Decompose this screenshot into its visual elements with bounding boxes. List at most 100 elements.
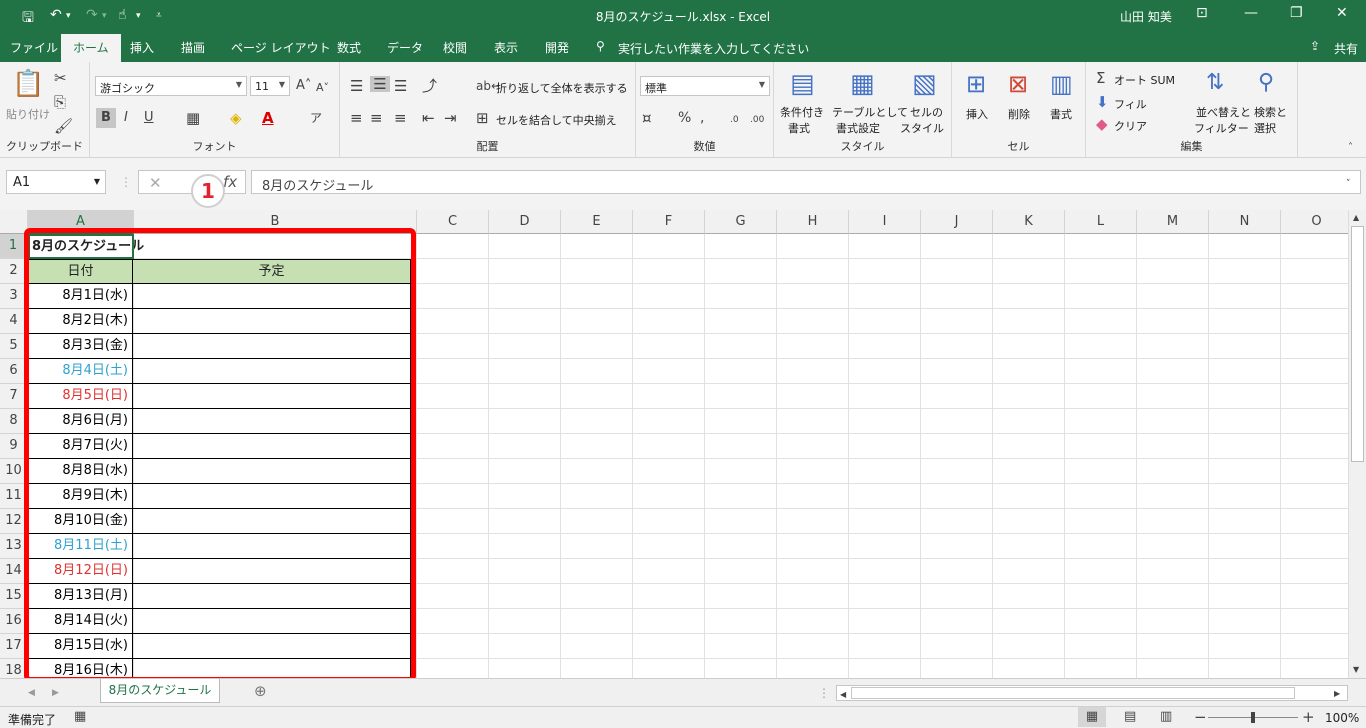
tab-view[interactable]: 表示 [494, 39, 518, 56]
horizontal-scrollbar[interactable]: ◀ [836, 685, 1348, 701]
column-header[interactable]: N [1209, 210, 1281, 234]
normal-view-icon[interactable]: ▦ [1078, 707, 1106, 727]
scroll-up-icon[interactable]: ▲ [1353, 210, 1359, 226]
orientation-icon[interactable]: ⤴ [422, 78, 437, 94]
scroll-left-icon[interactable]: ◀ [840, 687, 846, 703]
sort-filter-label[interactable]: 並べ替えと [1196, 104, 1251, 120]
increase-indent-icon[interactable]: ⇥ [444, 110, 457, 126]
cell-styles-icon[interactable]: ▧ [912, 70, 937, 98]
column-header[interactable]: L [1065, 210, 1137, 234]
tab-developer[interactable]: 開発 [545, 39, 569, 56]
align-middle-icon[interactable]: ☰ [370, 76, 390, 92]
add-sheet-icon[interactable]: ⊕ [254, 683, 267, 699]
prev-sheet-icon[interactable]: ◀ [28, 685, 35, 701]
column-header[interactable]: H [777, 210, 849, 234]
tab-home[interactable]: ホーム [61, 34, 121, 62]
increase-font-icon[interactable]: A˄ [296, 78, 311, 94]
borders-icon[interactable]: ▦ [186, 110, 200, 126]
find-select-label[interactable]: 検索と [1254, 104, 1287, 120]
decrease-font-icon[interactable]: A˅ [316, 80, 329, 96]
merge-center-button[interactable]: セルを結合して中央揃え [496, 112, 617, 128]
copy-icon[interactable]: ⎘ [54, 94, 66, 110]
column-header[interactable]: F [633, 210, 705, 234]
find-select-icon[interactable]: ⚲ [1258, 70, 1274, 96]
delete-cells-icon[interactable]: ⊠ [1008, 70, 1028, 98]
decrease-decimal-icon[interactable]: .00 [750, 112, 764, 128]
page-break-view-icon[interactable]: ▥ [1160, 709, 1172, 725]
close-icon[interactable]: ✕ [1336, 5, 1348, 21]
column-header[interactable]: I [849, 210, 921, 234]
collapse-ribbon-icon[interactable]: ˄ [1348, 140, 1353, 156]
column-header[interactable]: M [1137, 210, 1209, 234]
sort-filter-label-2[interactable]: フィルター [1194, 120, 1249, 136]
cut-icon[interactable]: ✂ [54, 70, 67, 86]
format-cells-button[interactable]: 書式 [1050, 106, 1072, 122]
name-box[interactable]: A1 ▼ [6, 170, 106, 194]
column-header[interactable]: C [417, 210, 489, 234]
format-cells-icon[interactable]: ▥ [1050, 70, 1073, 98]
scroll-right-icon[interactable]: ▶ [1334, 686, 1340, 702]
tab-formulas[interactable]: 数式 [337, 39, 361, 56]
fill-color-icon[interactable]: ◈ [230, 110, 242, 126]
share-icon[interactable]: ⇪ [1310, 39, 1320, 53]
comma-style-icon[interactable]: , [700, 110, 704, 126]
find-select-label-2[interactable]: 選択 [1254, 120, 1276, 136]
autosum-button[interactable]: オート SUM [1114, 72, 1175, 88]
tab-page-layout[interactable]: ページ レイアウト [231, 39, 331, 56]
tab-data[interactable]: データ [387, 39, 423, 56]
conditional-formatting-label-2[interactable]: 書式 [788, 120, 810, 136]
ribbon-display-icon[interactable]: ⊡ [1196, 5, 1208, 21]
font-name-select[interactable]: 游ゴシック ▼ [95, 76, 247, 96]
column-header[interactable]: D [489, 210, 561, 234]
share-button[interactable]: 共有 [1334, 40, 1358, 57]
cell-styles-label-2[interactable]: スタイル [900, 120, 944, 136]
zoom-slider-thumb[interactable] [1251, 712, 1255, 723]
vertical-scrollbar[interactable]: ▲ ▼ [1348, 210, 1366, 678]
tab-file[interactable]: ファイル [10, 39, 58, 56]
format-painter-icon[interactable]: 🖌 [54, 118, 73, 134]
format-as-table-icon[interactable]: ▦ [850, 70, 875, 98]
vertical-scroll-thumb[interactable] [1351, 226, 1364, 462]
clear-button[interactable]: クリア [1114, 118, 1147, 134]
page-layout-view-icon[interactable]: ▤ [1124, 709, 1136, 725]
tell-me-input[interactable]: 実行したい作業を入力してください [618, 40, 809, 57]
zoom-out-icon[interactable]: − [1194, 709, 1207, 725]
scroll-down-icon[interactable]: ▼ [1353, 662, 1359, 678]
phonetic-icon[interactable]: ア [310, 110, 322, 126]
formula-input[interactable]: 8月のスケジュール [251, 170, 1361, 194]
percent-icon[interactable]: % [678, 110, 691, 126]
font-color-icon[interactable]: A [262, 110, 274, 126]
macro-record-icon[interactable]: ▦ [74, 709, 86, 725]
decrease-indent-icon[interactable]: ⇤ [422, 110, 435, 126]
tab-draw[interactable]: 描画 [181, 39, 205, 56]
insert-function-icon[interactable]: fx [223, 174, 237, 190]
paste-button[interactable]: 貼り付け [6, 106, 50, 122]
font-size-select[interactable]: 11 ▼ [250, 76, 290, 96]
increase-decimal-icon[interactable]: .0 [730, 112, 739, 128]
bold-icon[interactable]: B [96, 108, 116, 128]
restore-icon[interactable]: ❐ [1290, 5, 1303, 21]
sort-filter-icon[interactable]: ⇅ [1206, 70, 1224, 96]
tab-review[interactable]: 校閲 [443, 39, 467, 56]
insert-cells-button[interactable]: 挿入 [966, 106, 988, 122]
fill-button[interactable]: フィル [1114, 96, 1147, 112]
sheet-tab[interactable]: 8月のスケジュール [100, 679, 220, 703]
number-format-select[interactable]: 標準 ▼ [640, 76, 770, 96]
paste-icon[interactable]: 📋 [12, 70, 44, 98]
minimize-icon[interactable]: — [1244, 5, 1258, 21]
italic-icon[interactable]: I [124, 110, 128, 126]
user-name[interactable]: 山田 知美 [1120, 8, 1172, 25]
column-header[interactable]: K [993, 210, 1065, 234]
align-top-icon[interactable]: ☰ [350, 78, 363, 94]
zoom-in-icon[interactable]: + [1302, 709, 1315, 725]
delete-cells-button[interactable]: 削除 [1008, 106, 1030, 122]
underline-icon[interactable]: U [144, 110, 154, 126]
horizontal-scroll-thumb[interactable] [851, 687, 1295, 699]
align-left-icon[interactable]: ≡ [350, 110, 363, 126]
tab-insert[interactable]: 挿入 [130, 39, 154, 56]
align-bottom-icon[interactable]: ☰ [394, 78, 407, 94]
next-sheet-icon[interactable]: ▶ [52, 685, 59, 701]
align-right-icon[interactable]: ≡ [394, 110, 407, 126]
column-header[interactable]: O [1281, 210, 1348, 234]
accounting-format-icon[interactable]: ¤ [642, 110, 652, 126]
